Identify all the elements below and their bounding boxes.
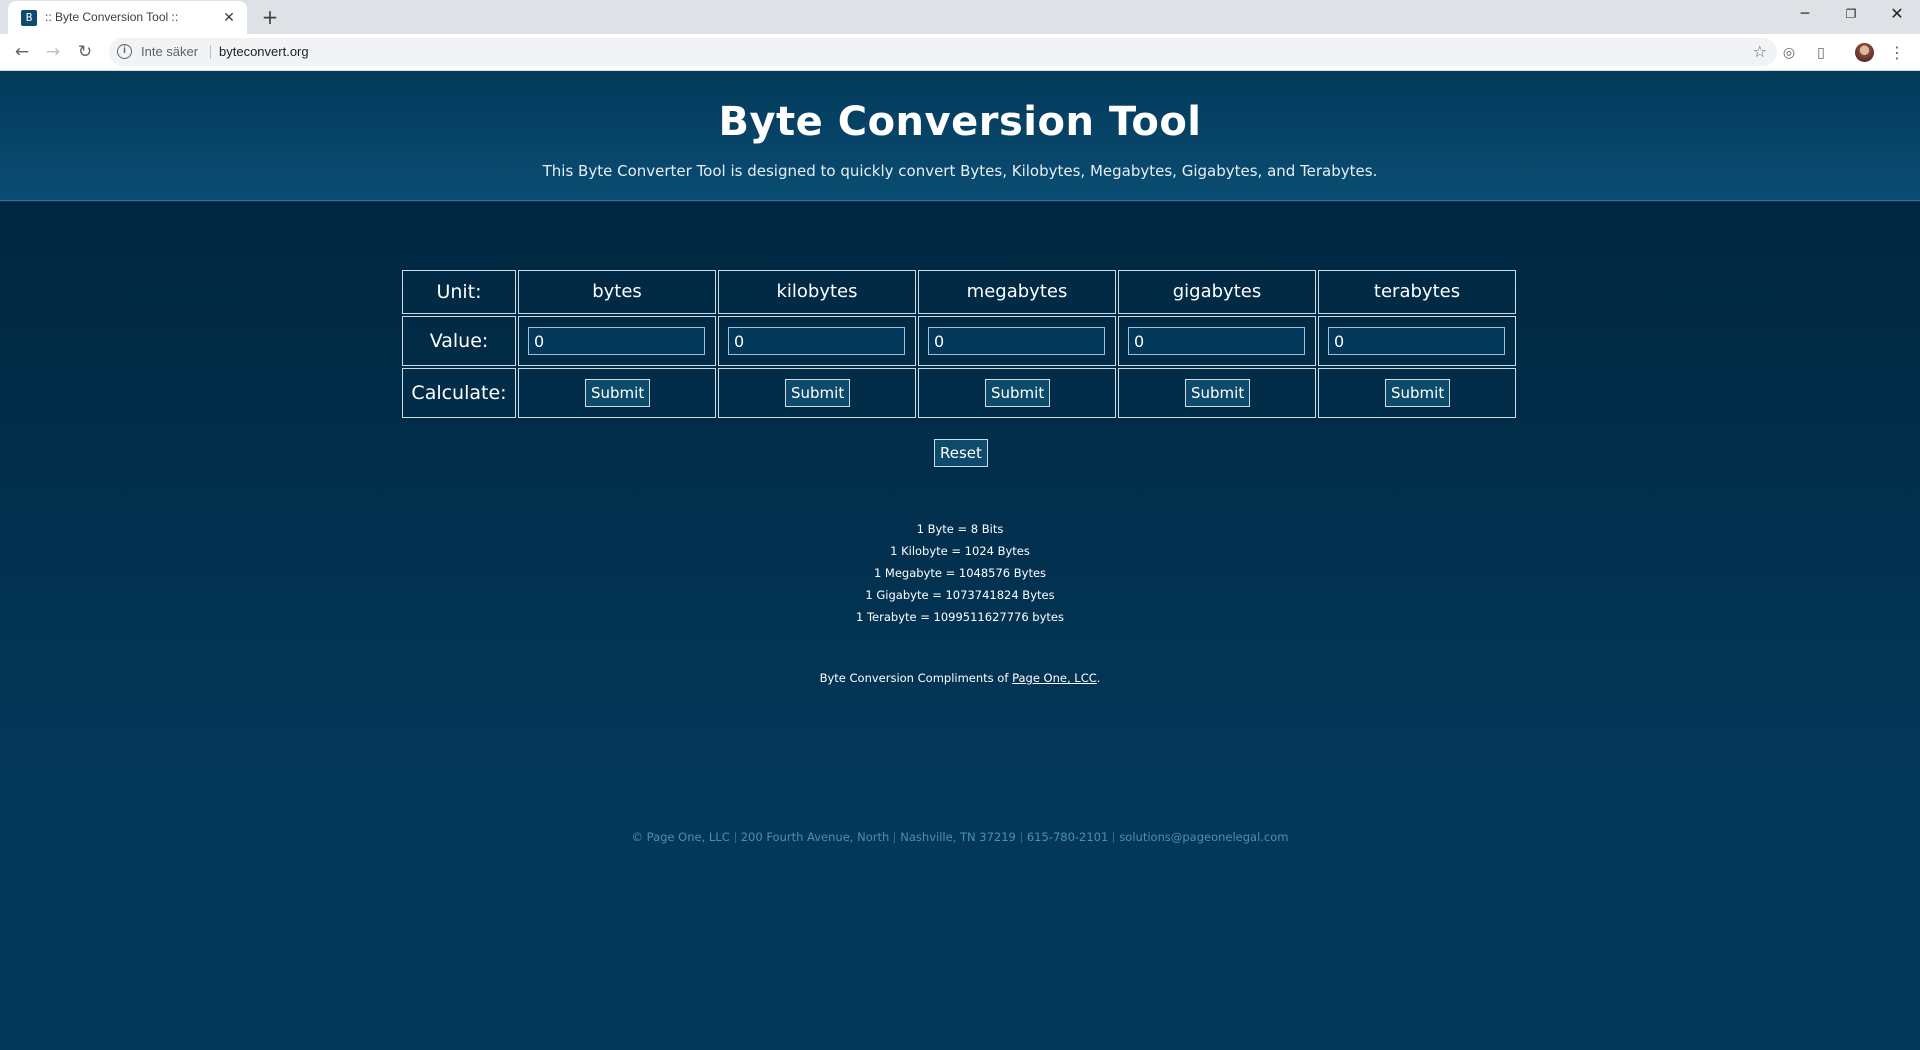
tab-title: :: Byte Conversion Tool :: [45,10,179,24]
footer-contact: © Page One, LLC 200 Fourth Avenue, North N… [0,830,1920,844]
footer-city: Nashville, TN 37219 [900,830,1016,844]
fact-line: 1 Kilobyte = 1024 Bytes [890,544,1030,558]
browser-tab[interactable]: B :: Byte Conversion Tool :: ✕ [8,1,247,34]
unit-header-megabytes: megabytes [918,270,1116,314]
bookmark-icon[interactable]: ▯ [1810,42,1832,64]
calculate-cell: Submit [1318,368,1516,418]
megabytes-input[interactable] [928,327,1105,355]
window-restore-button[interactable]: ❐ [1828,0,1874,30]
tab-close-icon[interactable]: ✕ [219,8,239,28]
terabytes-submit-button[interactable]: Submit [1385,379,1451,407]
kilobytes-input[interactable] [728,327,905,355]
window-close-button[interactable]: ✕ [1874,0,1920,30]
footer-phone: 615-780-2101 [1026,830,1109,844]
converter-section: Unit: bytes kilobytes megabytes gigabyte… [0,202,1920,803]
value-cell [1118,316,1316,366]
window-minimize-button[interactable]: ─ [1782,0,1828,30]
bytes-submit-button[interactable]: Submit [585,379,651,407]
tab-strip: B :: Byte Conversion Tool :: ✕ + ─ ❐ ✕ [0,0,1920,34]
value-cell [718,316,916,366]
calculate-cell: Submit [718,368,916,418]
fact-line: 1 Gigabyte = 1073741824 Bytes [865,588,1055,602]
new-tab-button[interactable]: + [258,5,282,29]
site-favicon-icon: B [21,10,37,26]
gigabytes-submit-button[interactable]: Submit [1185,379,1251,407]
fact-line: 1 Megabyte = 1048576 Bytes [873,566,1047,580]
page-content: Byte Conversion Tool This Byte Converter… [0,71,1920,1050]
reload-icon[interactable]: ↻ [72,39,98,65]
credit-suffix: . [1096,671,1101,685]
info-icon[interactable]: i [117,44,132,59]
browser-toolbar: ← → ↻ i Inte säker byteconvert.org ☆ ◎ ▯… [0,34,1920,71]
conversion-facts: 1 Byte = 8 Bits 1 Kilobyte = 1024 Bytes … [0,518,1920,628]
credit-prefix: Byte Conversion Compliments of [819,671,1013,685]
unit-header-terabytes: terabytes [1318,270,1516,314]
terabytes-input[interactable] [1328,327,1505,355]
calculate-cell: Submit [1118,368,1316,418]
bytes-input[interactable] [528,327,705,355]
fact-line: 1 Byte = 8 Bits [916,522,1004,536]
page-subtitle: This Byte Converter Tool is designed to … [542,162,1378,180]
reset-button[interactable]: Reset [934,439,988,467]
unit-header-bytes: bytes [518,270,716,314]
credit-line: Byte Conversion Compliments of Page One,… [0,671,1920,685]
url-text[interactable]: byteconvert.org [219,38,309,66]
kilobytes-submit-button[interactable]: Submit [785,379,851,407]
omnibox-divider [210,45,211,59]
page-header: Byte Conversion Tool This Byte Converter… [0,71,1920,201]
profile-avatar[interactable] [1855,43,1874,62]
value-cell [1318,316,1516,366]
page-footer: © Page One, LLC 200 Fourth Avenue, North N… [0,803,1920,1050]
unit-header-kilobytes: kilobytes [718,270,916,314]
megabytes-submit-button[interactable]: Submit [985,379,1051,407]
kebab-menu-icon[interactable]: ⋮ [1886,42,1908,64]
back-arrow-icon[interactable]: ← [9,39,35,65]
value-cell [518,316,716,366]
forward-arrow-icon[interactable]: → [40,39,66,65]
value-cell [918,316,1116,366]
footer-company: © Page One, LLC [631,830,730,844]
footer-address: 200 Fourth Avenue, North [740,830,890,844]
gigabytes-input[interactable] [1128,327,1305,355]
page-one-link[interactable]: Page One, LCC [1012,671,1097,685]
address-bar[interactable]: i Inte säker byteconvert.org ☆ [109,38,1777,66]
value-row-label: Value: [402,316,516,366]
unit-row-label: Unit: [402,270,516,314]
calculate-cell: Submit [918,368,1116,418]
security-indicator[interactable]: Inte säker [141,38,198,66]
footer-email[interactable]: solutions@pageonelegal.com [1114,830,1293,844]
calculate-row-label: Calculate: [402,368,516,418]
page-title: Byte Conversion Tool [718,99,1202,145]
unit-header-gigabytes: gigabytes [1118,270,1316,314]
calculate-cell: Submit [518,368,716,418]
fact-line: 1 Terabyte = 1099511627776 bytes [856,610,1064,624]
bookmark-star-icon[interactable]: ☆ [1753,38,1767,66]
extension-icon[interactable]: ◎ [1778,42,1800,64]
